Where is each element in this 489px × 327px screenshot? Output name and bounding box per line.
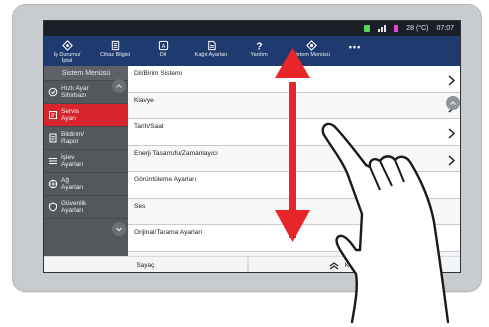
double-chevron-up-icon xyxy=(329,261,339,269)
sidebar-item-security[interactable]: Güvenlik Ayarları xyxy=(44,196,128,219)
system-menu-icon xyxy=(305,40,317,51)
list-item-label: Ses xyxy=(134,202,146,210)
sidebar-scroll-up-button[interactable] xyxy=(112,79,126,93)
chevron-right-icon xyxy=(448,75,456,86)
list-item[interactable]: Dil/Birim Sistemi xyxy=(128,66,460,93)
network-icon xyxy=(48,179,58,189)
language-icon: A xyxy=(158,40,168,51)
chevron-up-icon xyxy=(116,84,122,88)
report-icon xyxy=(48,133,58,143)
bottom-bar: Sayaç Ka xyxy=(44,256,460,272)
toolbar-job-status-button[interactable]: İş Durumu/ İptal xyxy=(44,36,90,64)
list-item[interactable]: Enerji Tasarrufu/Zamanlayıcı xyxy=(128,145,460,172)
sidebar-menu: Sistem Menüsü Hızlı Ayar Sihirbazı Servi… xyxy=(44,66,128,256)
sidebar-item-label: Bildirim/ Rapor xyxy=(61,131,85,145)
service-icon xyxy=(48,110,58,120)
sidebar-item-label: İşlev Ayarları xyxy=(61,154,84,168)
list-item-label: Tarih/Saat xyxy=(134,123,164,130)
counter-label: Sayaç xyxy=(136,262,155,269)
shield-icon xyxy=(48,202,58,212)
list-scroll-button[interactable] xyxy=(446,96,460,110)
job-status-icon xyxy=(61,40,73,51)
toolbar-paper-settings-button[interactable]: Kağıt Ayarları xyxy=(186,36,236,58)
device-bezel: 28 (°C) 07:07 İş Durumu/ İptal Cihaz Bil… xyxy=(12,4,482,292)
sidebar-item-label: Güvenlik Ayarları xyxy=(61,200,87,214)
temperature-readout: 28 (°C) xyxy=(406,25,429,32)
paper-settings-icon xyxy=(207,40,216,51)
touch-screen: 28 (°C) 07:07 İş Durumu/ İptal Cihaz Bil… xyxy=(43,20,461,273)
settings-list: Dil/Birim Sistemi Klavye Tarih/Saat Ener… xyxy=(128,66,460,256)
toolbar-help-button[interactable]: ? Yardım xyxy=(236,36,282,58)
toolbar-device-info-button[interactable]: Cihaz Bilgisi xyxy=(90,36,140,58)
list-item[interactable]: Orijinal/Tarama Ayarları xyxy=(128,225,460,252)
list-item[interactable]: Ses xyxy=(128,198,460,225)
ink-level-icon xyxy=(394,25,399,32)
status-bar: 28 (°C) 07:07 xyxy=(44,21,460,36)
toolbar-language-button[interactable]: A Dil xyxy=(140,36,186,58)
wizard-icon xyxy=(48,87,58,97)
sidebar-item-report[interactable]: Bildirim/ Rapor xyxy=(44,127,128,150)
top-toolbar: İş Durumu/ İptal Cihaz Bilgisi A Dil Kağ… xyxy=(44,36,460,66)
counter-button[interactable]: Sayaç xyxy=(44,257,247,272)
chevron-right-icon xyxy=(448,154,456,166)
sidebar-item-network[interactable]: Ağ Ayarları xyxy=(44,173,128,196)
chevron-right-icon xyxy=(448,128,456,139)
home-button[interactable]: Ka xyxy=(248,257,460,272)
list-item-label: Görüntüleme Ayarları xyxy=(134,176,197,183)
sidebar-item-label: Hızlı Ayar Sihirbazı xyxy=(61,85,89,99)
function-icon xyxy=(48,156,58,166)
list-item[interactable]: Klavye xyxy=(128,92,460,119)
sidebar-item-service[interactable]: Servis Ayarı xyxy=(44,104,128,127)
sidebar-scroll-down-button[interactable] xyxy=(112,222,126,236)
signal-icon xyxy=(378,25,387,32)
home-label: Ka xyxy=(344,262,353,269)
help-icon: ? xyxy=(256,42,262,51)
sidebar-item-label: Servis Ayarı xyxy=(61,108,80,122)
list-item[interactable]: Tarih/Saat xyxy=(128,119,460,146)
clock: 07:07 xyxy=(436,25,454,32)
list-item[interactable]: Görüntüleme Ayarları xyxy=(128,172,460,199)
sidebar-item-functions[interactable]: İşlev Ayarları xyxy=(44,150,128,173)
list-item-label: Dil/Birim Sistemi xyxy=(134,70,182,77)
svg-text:?: ? xyxy=(256,42,262,51)
device-info-icon xyxy=(111,40,119,51)
list-item-label: Orijinal/Tarama Ayarları xyxy=(134,229,203,236)
chevron-up-icon xyxy=(450,101,456,105)
list-item-label: Enerji Tasarrufu/Zamanlayıcı xyxy=(134,149,218,157)
toolbar-more-button[interactable]: ••• xyxy=(340,36,370,52)
toner-icon xyxy=(364,25,371,32)
chevron-down-icon xyxy=(116,227,122,232)
toolbar-system-menu-button[interactable]: Sistem Menüsü xyxy=(282,36,340,58)
svg-text:A: A xyxy=(161,44,165,50)
list-item-label: Klavye xyxy=(134,96,154,104)
sidebar-item-label: Ağ Ayarları xyxy=(61,177,84,191)
